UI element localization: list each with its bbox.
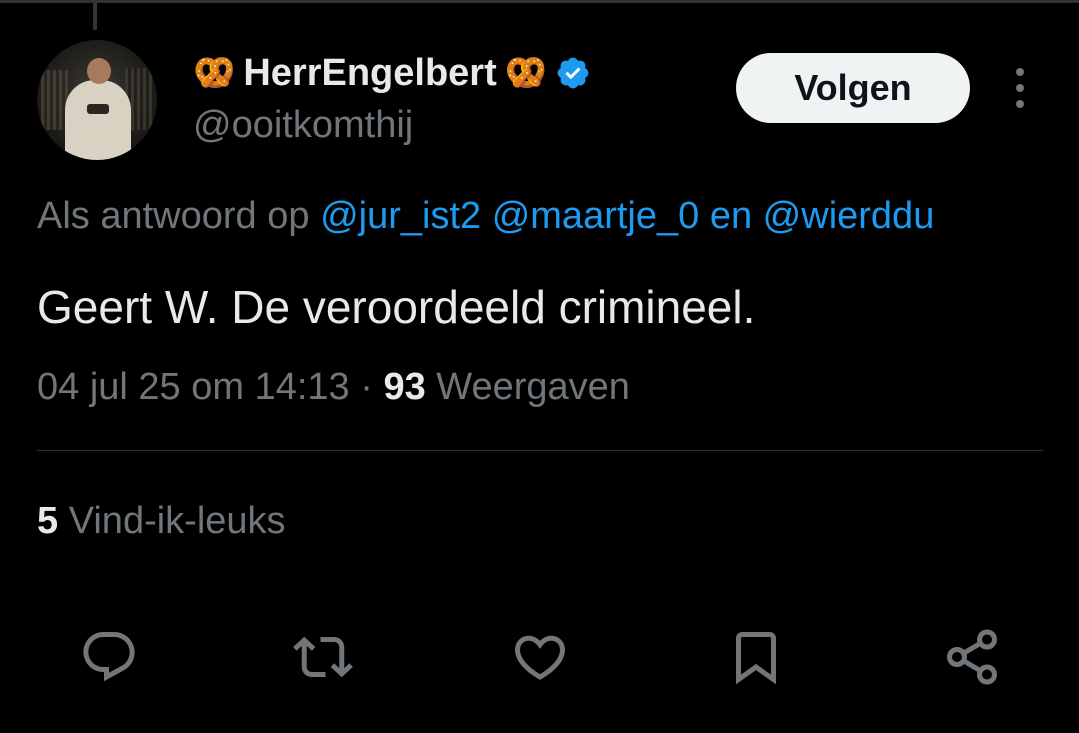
avatar-figure [87,104,109,114]
views-count: 93 [383,366,426,408]
reply-icon-glyph [83,632,135,682]
retweet-icon[interactable] [291,625,355,689]
reply-prefix: Als antwoord op [37,195,310,237]
mention-link[interactable]: @maartje_0 [492,195,700,237]
reply-icon[interactable] [77,625,141,689]
tweet-meta: 04 jul 25 om 14:13 · 93 Weergaven [37,366,630,409]
dot [1016,84,1024,92]
more-options-icon[interactable] [1005,68,1035,108]
reply-context: Als antwoord op @jur_ist2 @maartje_0 en … [37,195,934,238]
avatar-figure [87,58,111,84]
retweet-icon-glyph [293,636,353,678]
avatar-figure [65,80,131,160]
bookmark-icon[interactable] [724,625,788,689]
share-icon[interactable] [940,625,1004,689]
views-label: Weergaven [436,366,630,408]
pretzel-emoji: 🥨 [504,53,548,93]
meta-separator: · [360,366,373,408]
reply-joiner: en [709,195,753,237]
author-handle[interactable]: @ooitkomthij [193,104,413,147]
verified-badge-icon [557,57,589,89]
divider [37,450,1043,451]
follow-button[interactable]: Volgen [736,53,970,123]
mention-link[interactable]: @wierddu [763,195,935,237]
mention-link[interactable]: @jur_ist2 [320,195,481,237]
share-icon-glyph [947,629,997,685]
like-icon-glyph [514,635,566,680]
display-name[interactable]: HerrEngelbert [243,52,496,95]
dot [1016,68,1024,76]
avatar[interactable] [37,40,157,160]
bookmark-icon-glyph [736,632,776,685]
like-icon[interactable] [508,625,572,689]
likes-count: 5 [37,500,59,542]
pretzel-emoji: 🥨 [193,53,236,93]
top-divider [0,0,1079,3]
author-name-row[interactable]: 🥨 HerrEngelbert 🥨 [193,48,591,98]
likes-label: Vind-ik-leuks [68,500,286,542]
tweet-text: Geert W. De veroordeeld crimineel. [37,281,756,333]
likes-stat[interactable]: 5 Vind-ik-leuks [37,500,286,543]
dot [1016,100,1024,108]
timestamp[interactable]: 04 jul 25 om 14:13 [37,366,350,408]
thread-line [93,0,97,30]
